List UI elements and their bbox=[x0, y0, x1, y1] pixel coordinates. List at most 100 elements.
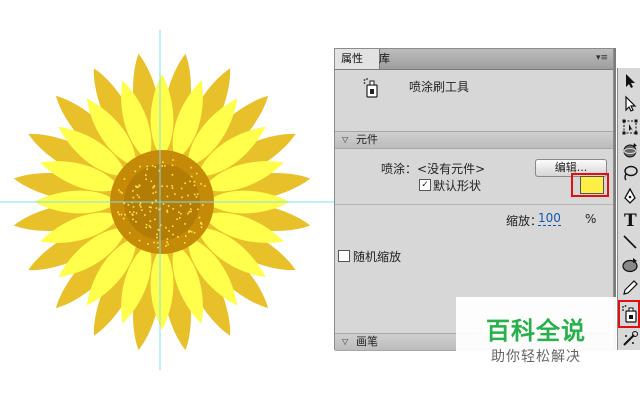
seed-dot bbox=[184, 223, 186, 225]
seed-dot bbox=[138, 239, 141, 242]
seed-dot bbox=[135, 220, 137, 223]
subselection-tool-icon[interactable] bbox=[621, 95, 639, 113]
seed-dot bbox=[162, 161, 164, 163]
panel-tab-bar: 属性 库 ▾≡ bbox=[335, 49, 613, 70]
seed-dot bbox=[149, 220, 152, 222]
svg-text:T: T bbox=[624, 211, 637, 228]
stage-canvas[interactable] bbox=[0, 0, 334, 400]
seed-dot bbox=[134, 170, 136, 173]
seed-dot bbox=[151, 164, 154, 167]
seed-dot bbox=[188, 230, 190, 233]
free-transform-tool-icon[interactable] bbox=[621, 118, 639, 136]
seed-dot bbox=[193, 180, 196, 183]
seed-dot bbox=[201, 204, 204, 206]
seed-dot bbox=[156, 241, 159, 244]
tool-name: 喷涂刷工具 bbox=[409, 80, 470, 94]
seed-dot bbox=[150, 180, 153, 183]
seed-dot bbox=[190, 166, 193, 169]
seed-dot bbox=[146, 168, 149, 171]
seed-dot bbox=[197, 208, 199, 211]
seed-dot bbox=[132, 211, 135, 213]
oval-tool-icon[interactable] bbox=[621, 256, 639, 274]
seed-dot bbox=[153, 185, 156, 187]
sunflower-artwork bbox=[0, 30, 334, 370]
seed-dot bbox=[171, 187, 174, 189]
panel-menu-icon[interactable]: ▾≡ bbox=[594, 52, 610, 64]
seed-dot bbox=[139, 165, 141, 168]
seed-dot bbox=[132, 206, 135, 208]
seed-dot bbox=[155, 191, 157, 193]
seed-dot bbox=[187, 194, 189, 197]
color-swatch[interactable] bbox=[580, 176, 604, 194]
seed-dot bbox=[144, 174, 147, 176]
seed-dot bbox=[195, 172, 198, 175]
seed-dot bbox=[148, 225, 151, 227]
seed-dot bbox=[185, 235, 187, 237]
seed-dot bbox=[198, 216, 201, 219]
section-symbol-label: 元件 bbox=[356, 133, 378, 146]
seed-dot bbox=[148, 206, 151, 208]
selection-tool-icon[interactable] bbox=[621, 72, 639, 90]
seed-dot bbox=[140, 206, 142, 208]
seed-dot bbox=[119, 191, 122, 193]
seed-dot bbox=[183, 242, 186, 244]
seed-dot bbox=[150, 206, 152, 209]
seed-dot bbox=[171, 184, 173, 187]
seed-dot bbox=[174, 193, 176, 195]
seed-dot bbox=[122, 217, 125, 220]
seed-dot bbox=[157, 228, 160, 231]
seed-dot bbox=[132, 214, 134, 216]
seed-dot bbox=[118, 189, 120, 191]
seed-dot bbox=[152, 192, 154, 195]
tab-library[interactable]: 库 bbox=[373, 49, 396, 69]
section-symbol-header[interactable]: ▽ 元件 bbox=[335, 131, 613, 149]
seed-dot bbox=[179, 204, 182, 207]
seed-dot bbox=[135, 185, 137, 188]
default-shape-checkbox[interactable]: ✓ bbox=[419, 179, 431, 191]
seed-dot bbox=[172, 233, 174, 236]
watermark: 百科全说 助你轻松解决 bbox=[456, 297, 616, 369]
seed-dot bbox=[164, 164, 166, 167]
seed-dot bbox=[145, 223, 148, 226]
seed-dot bbox=[156, 236, 158, 239]
seed-dot bbox=[139, 204, 141, 206]
section-brush-label: 画笔 bbox=[356, 335, 378, 348]
seed-dot bbox=[155, 199, 157, 202]
random-scale-checkbox[interactable] bbox=[338, 250, 350, 262]
seed-dot bbox=[132, 196, 135, 199]
line-tool-icon[interactable] bbox=[621, 233, 639, 251]
seed-dot bbox=[181, 196, 183, 199]
scale-unit: % bbox=[585, 212, 597, 226]
collapse-chevron-icon: ▽ bbox=[342, 337, 349, 346]
seed-dot bbox=[152, 186, 154, 189]
spray-brush-tool-icon bbox=[363, 78, 378, 98]
seed-dot bbox=[149, 226, 152, 229]
seed-dot bbox=[187, 212, 189, 215]
seed-dot bbox=[178, 217, 181, 219]
seed-dot bbox=[171, 174, 174, 176]
tools-panel: T bbox=[617, 68, 640, 350]
seed-dot bbox=[190, 230, 193, 233]
seed-dot bbox=[195, 196, 198, 198]
seed-dot bbox=[190, 175, 193, 178]
lasso-tool-icon[interactable] bbox=[621, 164, 639, 182]
seed-dot bbox=[196, 193, 199, 196]
seed-dot bbox=[147, 243, 149, 245]
seed-dot bbox=[166, 211, 169, 213]
3d-rotation-tool-icon[interactable] bbox=[621, 141, 639, 159]
seed-dot bbox=[189, 203, 192, 205]
seed-dot bbox=[144, 214, 146, 216]
pencil-tool-icon[interactable] bbox=[621, 279, 639, 297]
pen-tool-icon[interactable] bbox=[621, 187, 639, 205]
seed-dot bbox=[172, 207, 175, 210]
scale-value-input[interactable]: 100 bbox=[538, 212, 561, 226]
seed-dot bbox=[166, 209, 168, 212]
text-tool-icon[interactable]: T bbox=[621, 210, 639, 228]
seed-dot bbox=[180, 187, 183, 190]
deco-tool-icon[interactable] bbox=[621, 330, 639, 348]
seed-dot bbox=[138, 196, 140, 199]
random-scale-label: 随机缩放 bbox=[353, 250, 402, 264]
seed-dot bbox=[177, 211, 180, 214]
spray-tool-highlight bbox=[618, 300, 640, 328]
seed-dot bbox=[189, 180, 191, 183]
